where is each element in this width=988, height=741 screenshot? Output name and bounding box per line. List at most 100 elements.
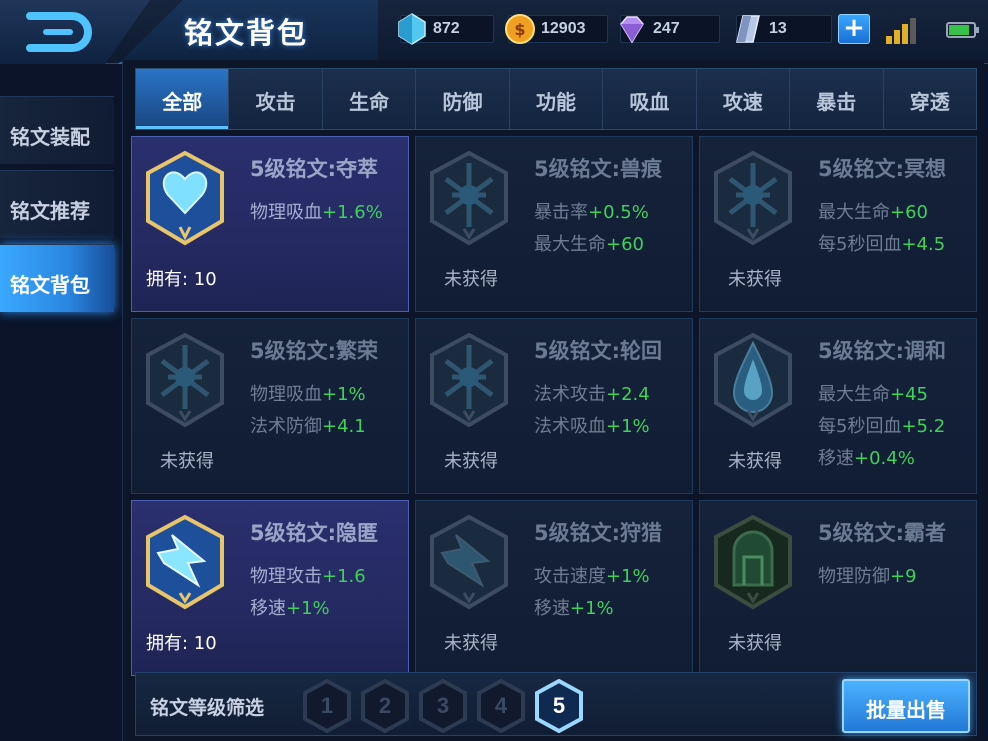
attribute-row: 最大生命+60 <box>818 197 945 229</box>
attribute-row: 移速+1% <box>534 593 650 625</box>
inscription-gem-icon <box>428 331 510 431</box>
attribute-label: 法术吸血 <box>534 416 606 437</box>
level-filter-2[interactable]: 2 <box>360 679 410 733</box>
sidebar-item-recommend[interactable]: 铭文推荐 <box>0 170 114 238</box>
sidebar-item-bag[interactable]: 铭文背包 <box>0 244 114 312</box>
not-obtained-label: 未获得 <box>444 451 498 472</box>
inscription-attributes: 最大生命+45 每5秒回血+5.2 移速+0.4% <box>818 379 945 475</box>
inscription-attributes: 物理攻击+1.6 移速+1% <box>250 561 366 625</box>
level-filter-label: 铭文等级筛选 <box>150 697 265 719</box>
inscription-name: 5级铭文:狩猎 <box>534 521 663 545</box>
attribute-label: 法术攻击 <box>534 384 606 405</box>
level-filter-3[interactable]: 3 <box>418 679 468 733</box>
tab-attack[interactable]: 攻击 <box>229 69 323 129</box>
tab-lifesteal[interactable]: 吸血 <box>603 69 697 129</box>
attribute-label: 物理吸血 <box>250 384 322 405</box>
inscription-name: 5级铭文:霸者 <box>818 521 947 545</box>
attribute-row: 物理防御+9 <box>818 561 917 593</box>
inscription-gem-icon <box>144 149 226 249</box>
inscription-name: 5级铭文:轮回 <box>534 339 663 363</box>
attribute-row: 法术吸血+1% <box>534 411 650 443</box>
attribute-value: +0.5% <box>588 202 649 223</box>
attribute-label: 最大生命 <box>534 234 606 255</box>
attribute-value: +1% <box>322 384 366 405</box>
attribute-value: +1% <box>606 416 650 437</box>
attribute-row: 物理吸血+1% <box>250 379 366 411</box>
owned-count: 拥有: 10 <box>146 633 217 654</box>
attribute-row: 攻击速度+1% <box>534 561 650 593</box>
inscription-card[interactable]: 5级铭文:兽痕 暴击率+0.5% 最大生命+60 未获得 <box>415 136 693 312</box>
inscription-attributes: 最大生命+60 每5秒回血+4.5 <box>818 197 945 261</box>
attribute-value: +1.6% <box>322 202 383 223</box>
not-obtained-label: 未获得 <box>444 633 498 654</box>
attribute-value: +1% <box>570 598 614 619</box>
inscription-name: 5级铭文:调和 <box>818 339 947 363</box>
attribute-label: 每5秒回血 <box>818 234 902 255</box>
attribute-label: 移速 <box>534 598 570 619</box>
back-arrow-icon <box>26 12 92 52</box>
currency-value: 12903 <box>541 20 586 37</box>
inscription-card[interactable]: 5级铭文:冥想 最大生命+60 每5秒回血+4.5 未获得 <box>699 136 977 312</box>
currency-value: 872 <box>433 20 460 37</box>
signal-strength-icon <box>886 18 916 44</box>
attribute-row: 暴击率+0.5% <box>534 197 649 229</box>
inscription-card[interactable]: 5级铭文:狩猎 攻击速度+1% 移速+1% 未获得 <box>415 500 693 676</box>
inscription-card[interactable]: 5级铭文:轮回 法术攻击+2.4 法术吸血+1% 未获得 <box>415 318 693 494</box>
top-bar: 铭文背包 872 $ 12903 247 13 + <box>0 0 988 64</box>
attribute-label: 移速 <box>818 448 854 469</box>
attribute-row: 移速+1% <box>250 593 366 625</box>
attribute-label: 物理攻击 <box>250 566 322 587</box>
tab-health[interactable]: 生命 <box>322 69 417 129</box>
battery-icon <box>946 22 979 38</box>
currency-gold: $ 12903 <box>505 14 608 44</box>
svg-text:$: $ <box>514 20 525 39</box>
inscription-card[interactable]: 5级铭文:繁荣 物理吸血+1% 法术防御+4.1 未获得 <box>131 318 409 494</box>
sidebar: 铭文装配 铭文推荐 铭文背包 <box>0 96 114 318</box>
attribute-label: 最大生命 <box>818 384 890 405</box>
level-filter-4[interactable]: 4 <box>476 679 526 733</box>
diamond-icon <box>398 13 426 45</box>
level-filter-1[interactable]: 1 <box>302 679 352 733</box>
level-filter-bar: 铭文等级筛选 1 2 3 4 5 批量出售 <box>135 672 977 736</box>
main-panel: 全部 攻击 生命 防御 功能 吸血 攻速 暴击 穿透 5级铭文:夺萃 物理吸血+1… <box>122 60 984 741</box>
attribute-label: 最大生命 <box>818 202 890 223</box>
attribute-value: +4.5 <box>901 234 946 255</box>
attribute-label: 移速 <box>250 598 286 619</box>
level-filter-5[interactable]: 5 <box>534 679 584 733</box>
inscription-gem-icon <box>144 513 226 613</box>
tab-critical[interactable]: 暴击 <box>790 69 884 129</box>
back-button[interactable] <box>0 0 150 64</box>
bulk-sell-button[interactable]: 批量出售 <box>842 679 970 733</box>
tab-all[interactable]: 全部 <box>136 69 230 129</box>
tab-penetration[interactable]: 穿透 <box>883 69 976 129</box>
tab-attack-speed[interactable]: 攻速 <box>696 69 791 129</box>
inscription-gem-icon <box>428 513 510 613</box>
sidebar-item-equip[interactable]: 铭文装配 <box>0 96 114 164</box>
inscription-card[interactable]: 5级铭文:夺萃 物理吸血+1.6% 拥有: 10 <box>131 136 409 312</box>
tab-defense[interactable]: 防御 <box>416 69 510 129</box>
attribute-row: 最大生命+45 <box>818 379 945 411</box>
inscription-card[interactable]: 5级铭文:调和最大生命+45 每5秒回血+5.2 移速+0.4% 未获得 <box>699 318 977 494</box>
tab-utility[interactable]: 功能 <box>509 69 604 129</box>
recharge-plus-button[interactable]: + <box>838 14 870 44</box>
attribute-label: 法术防御 <box>250 416 322 437</box>
attribute-value: +0.4% <box>854 448 915 469</box>
inscription-attributes: 攻击速度+1% 移速+1% <box>534 561 650 625</box>
attribute-value: +9 <box>890 566 917 587</box>
inscription-grid: 5级铭文:夺萃 物理吸血+1.6% 拥有: 10 5级铭文:兽痕 暴击率+0.5% 最大… <box>131 136 979 676</box>
inscription-gem-icon <box>144 331 226 431</box>
not-obtained-label: 未获得 <box>444 269 498 290</box>
not-obtained-label: 未获得 <box>728 451 782 472</box>
inscription-attributes: 物理吸血+1.6% <box>250 197 383 229</box>
attribute-row: 物理攻击+1.6 <box>250 561 366 593</box>
level-number: 2 <box>378 693 392 718</box>
inscription-card[interactable]: 5级铭文:隐匿 物理攻击+1.6 移速+1% 拥有: 10 <box>131 500 409 676</box>
inscription-gem-icon <box>712 149 794 249</box>
attribute-value: +1% <box>286 598 330 619</box>
currency-purple-gem: 247 <box>620 15 720 44</box>
attribute-value: +60 <box>606 234 644 255</box>
attribute-row: 移速+0.4% <box>818 443 945 475</box>
inscription-name: 5级铭文:夺萃 <box>250 157 379 181</box>
page-title: 铭文背包 <box>184 16 309 50</box>
inscription-card[interactable]: 5级铭文:霸者 物理防御+9 未获得 <box>699 500 977 676</box>
